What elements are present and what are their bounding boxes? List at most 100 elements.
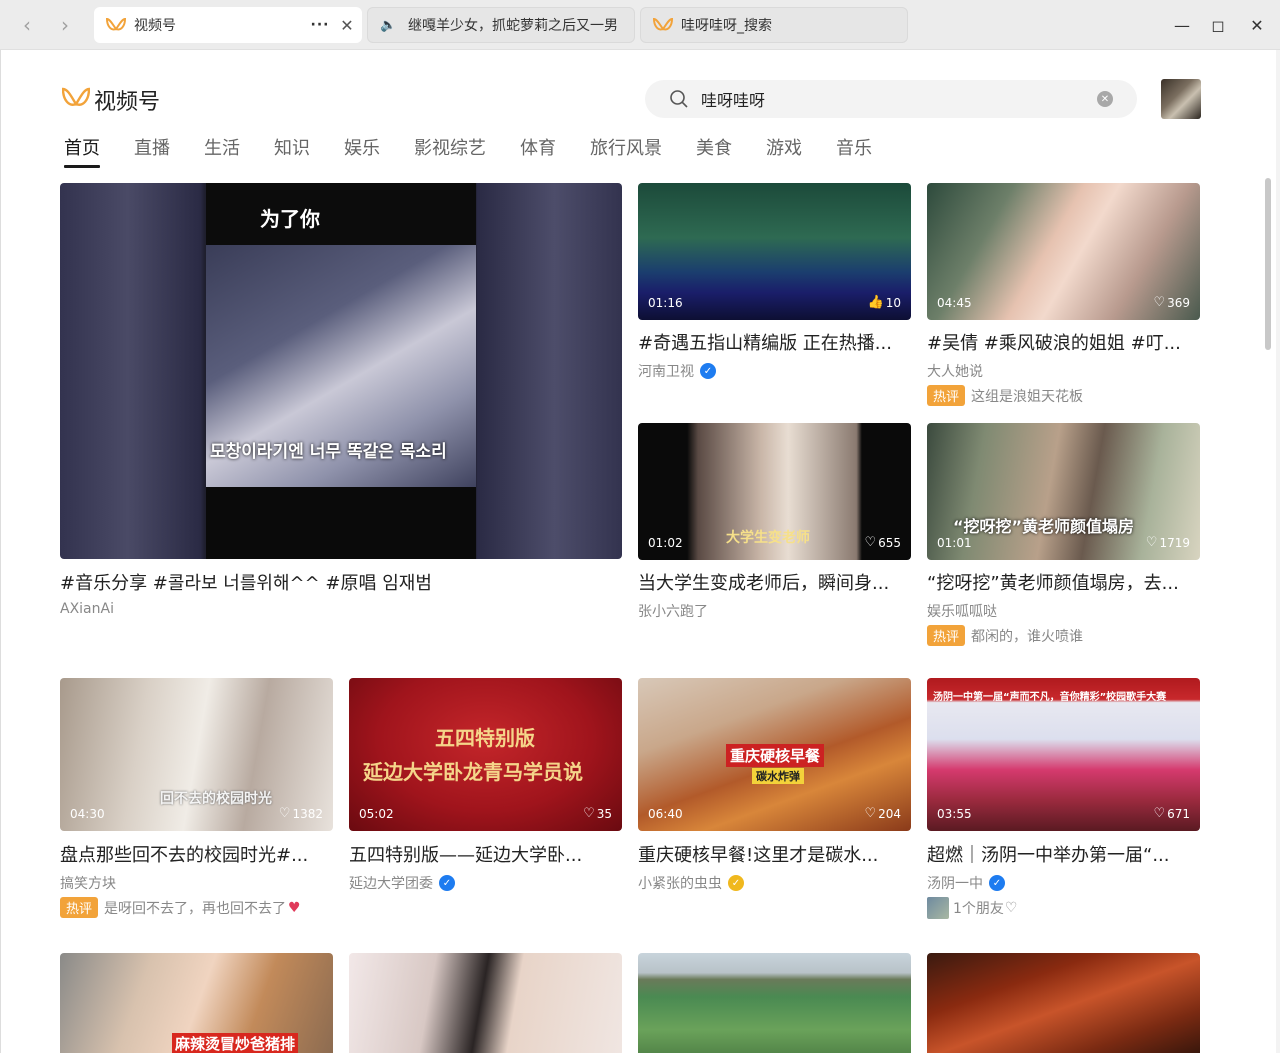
overlay-subtext: 碳水炸弹 xyxy=(752,768,804,784)
tab-travel[interactable]: 旅行风景 xyxy=(590,134,662,166)
speaker-icon[interactable]: 🔈 xyxy=(380,15,402,35)
tab-search[interactable]: 哇呀哇呀_搜索 xyxy=(640,7,908,43)
verified-icon: ✓ xyxy=(439,875,455,891)
author-name[interactable]: 小紧张的虫虫 ✓ xyxy=(638,873,744,893)
video-duration: 01:01 xyxy=(937,536,972,550)
video-title[interactable]: “挖呀挖”黄老师颜值塌房，去... xyxy=(927,569,1200,595)
video-thumbnail[interactable]: 麻辣烫冒炒爸猪排 xyxy=(60,953,333,1053)
site-logo[interactable]: 视频号 xyxy=(61,84,161,116)
video-card[interactable]: 重庆硬核早餐 碳水炸弹 06:40 ♡ 204 重庆硬核早餐!这里才是碳水... … xyxy=(638,678,911,908)
like-value: 369 xyxy=(1167,295,1190,310)
tab-title: 哇呀哇呀_搜索 xyxy=(681,18,772,34)
video-thumbnail[interactable]: 回不去的校园时光 04:30 ♡ 1382 xyxy=(60,678,333,831)
more-icon[interactable]: ··· xyxy=(308,17,332,33)
video-card[interactable] xyxy=(927,953,1200,1053)
video-title[interactable]: 当大学生变成老师后，瞬间身... xyxy=(638,569,911,595)
author-label: 张小六跑了 xyxy=(638,604,708,620)
author-name[interactable]: 延边大学团委 ✓ xyxy=(349,873,455,893)
hot-badge: 热评 xyxy=(927,625,966,646)
tab-games[interactable]: 游戏 xyxy=(766,134,802,166)
tab-sports[interactable]: 体育 xyxy=(520,134,556,166)
author-name[interactable]: AXianAi xyxy=(60,601,114,617)
tab-home[interactable]: 首页 xyxy=(64,134,100,168)
video-thumbnail[interactable]: 汤阴一中第一届“声而不凡，音你精彩”校园歌手大赛 03:55 ♡ 671 xyxy=(927,678,1200,831)
tab-music[interactable]: 音乐 xyxy=(836,134,872,166)
tab-film-tv[interactable]: 影视综艺 xyxy=(414,134,486,166)
window-edge xyxy=(0,50,1,1053)
logo-text: 视频号 xyxy=(94,90,161,115)
window-close-icon[interactable]: ✕ xyxy=(1243,12,1271,38)
tab-live[interactable]: 直播 xyxy=(134,134,170,166)
video-title[interactable]: 盘点那些回不去的校园时光#... xyxy=(60,841,333,867)
video-card[interactable]: 汤阴一中第一届“声而不凡，音你精彩”校园歌手大赛 03:55 ♡ 671 超燃｜汤… xyxy=(927,678,1200,928)
video-title[interactable]: #奇遇五指山精编版 正在热播... xyxy=(638,329,911,355)
minimize-icon[interactable]: — xyxy=(1168,12,1196,38)
back-arrow-icon[interactable]: ‹ xyxy=(14,12,40,38)
hot-comment[interactable]: 热评 是呀回不去了，再也回不去了 ♥ xyxy=(60,897,301,918)
clear-icon[interactable]: ✕ xyxy=(1097,91,1113,107)
video-card[interactable]: 麻辣烫冒炒爸猪排 xyxy=(60,953,333,1053)
video-card[interactable]: 04:45 ♡ 369 #吴倩 #乘风破浪的姐姐 #叮... 大人她说 热评 这组… xyxy=(927,183,1200,413)
author-name[interactable]: 张小六跑了 xyxy=(638,601,708,621)
thumb-up-icon: 👍 xyxy=(867,295,884,310)
like-count: ♡ 35 xyxy=(583,806,612,821)
friends-liked[interactable]: 1个朋友 ♡ xyxy=(927,897,1017,919)
close-icon[interactable]: ✕ xyxy=(332,16,362,35)
author-name[interactable]: 搞笑方块 xyxy=(60,873,116,893)
tab-knowledge[interactable]: 知识 xyxy=(274,134,310,166)
video-title[interactable]: #音乐分享 #콜라보 너를위해^^ #原唱 임재범 xyxy=(60,569,622,595)
hot-comment-text: 是呀回不去了，再也回不去了 xyxy=(104,900,287,917)
video-thumbnail[interactable] xyxy=(638,953,911,1053)
author-name[interactable]: 河南卫视 ✓ xyxy=(638,361,716,381)
video-card-featured[interactable]: 为了你 모창이라기엔 너무 똑같은 목소리 #音乐分享 #콜라보 너를위해^^ … xyxy=(60,183,622,633)
video-title[interactable]: #吴倩 #乘风破浪的姐姐 #叮... xyxy=(927,329,1200,355)
avatar[interactable] xyxy=(1161,79,1201,119)
tab-life[interactable]: 生活 xyxy=(204,134,240,166)
video-title[interactable]: 超燃｜汤阴一中举办第一届“... xyxy=(927,841,1200,867)
tab-entertainment[interactable]: 娱乐 xyxy=(344,134,380,166)
like-count: ♡ 1382 xyxy=(279,806,323,821)
video-card[interactable]: 大学生变老师 01:02 ♡ 655 当大学生变成老师后，瞬间身... 张小六跑了 xyxy=(638,423,911,633)
video-thumbnail[interactable] xyxy=(927,953,1200,1053)
video-thumbnail[interactable]: “挖呀挖”黄老师颜值塌房 01:01 ♡ 1719 xyxy=(927,423,1200,560)
video-thumbnail[interactable]: 重庆硬核早餐 碳水炸弹 06:40 ♡ 204 xyxy=(638,678,911,831)
overlay-text: “挖呀挖”黄老师颜值塌房 xyxy=(953,517,1135,536)
video-thumbnail[interactable]: 五四特别版 延边大学卧龙青马学员说 05:02 ♡ 35 xyxy=(349,678,622,831)
video-duration: 04:45 xyxy=(937,296,972,310)
tab-channels[interactable]: 视频号 ··· ✕ xyxy=(94,7,362,43)
author-name[interactable]: 汤阴一中 ✓ xyxy=(927,873,1005,893)
tab-video[interactable]: 🔈 继嘎羊少女，抓蛇萝莉之后又一男 xyxy=(367,7,635,43)
video-card[interactable] xyxy=(638,953,911,1053)
forward-arrow-icon[interactable]: › xyxy=(52,12,78,38)
author-label: 娱乐呱呱哒 xyxy=(927,604,997,620)
video-thumbnail[interactable]: 01:16 👍 10 xyxy=(638,183,911,320)
like-value: 10 xyxy=(885,295,901,310)
video-card[interactable]: 五四特别版 延边大学卧龙青马学员说 05:02 ♡ 35 五四特别版——延边大学卧… xyxy=(349,678,622,908)
author-label: 河南卫视 xyxy=(638,364,694,380)
hot-comment[interactable]: 热评 都闲的，谁火喷谁 xyxy=(927,625,1083,646)
tab-food[interactable]: 美食 xyxy=(696,134,732,166)
video-thumbnail[interactable] xyxy=(349,953,622,1053)
scrollbar[interactable] xyxy=(1265,178,1271,350)
video-title[interactable]: 重庆硬核早餐!这里才是碳水... xyxy=(638,841,911,867)
search-bar[interactable]: 哇呀哇呀 ✕ xyxy=(645,80,1137,118)
video-card[interactable]: “挖呀挖”黄老师颜值塌房 01:01 ♡ 1719 “挖呀挖”黄老师颜值塌房，去.… xyxy=(927,423,1200,653)
video-title[interactable]: 五四特别版——延边大学卧... xyxy=(349,841,622,867)
author-name[interactable]: 娱乐呱呱哒 xyxy=(927,601,997,621)
maximize-icon[interactable]: ◻ xyxy=(1204,12,1232,38)
video-card[interactable]: 回不去的校园时光 04:30 ♡ 1382 盘点那些回不去的校园时光#... 搞笑… xyxy=(60,678,333,928)
video-thumbnail[interactable]: 大学生变老师 01:02 ♡ 655 xyxy=(638,423,911,560)
video-thumbnail[interactable]: 04:45 ♡ 369 xyxy=(927,183,1200,320)
video-thumbnail[interactable]: 为了你 모창이라기엔 너무 똑같은 목소리 xyxy=(60,183,622,559)
like-count: ♡ 204 xyxy=(864,806,901,821)
channels-logo-icon xyxy=(61,87,91,113)
like-count: 👍 10 xyxy=(868,295,901,310)
author-label: AXianAi xyxy=(60,601,114,617)
hot-comment[interactable]: 热评 这组是浪姐天花板 xyxy=(927,385,1083,406)
author-name[interactable]: 大人她说 xyxy=(927,361,983,381)
search-input[interactable]: 哇呀哇呀 xyxy=(701,87,1097,111)
video-card[interactable] xyxy=(349,953,622,1053)
overlay-text: 汤阴一中第一届“声而不凡，音你精彩”校园歌手大赛 xyxy=(933,692,1167,703)
video-card[interactable]: 01:16 👍 10 #奇遇五指山精编版 正在热播... 河南卫视 ✓ xyxy=(638,183,911,393)
overlay-text: 麻辣烫冒炒爸猪排 xyxy=(172,1033,299,1053)
